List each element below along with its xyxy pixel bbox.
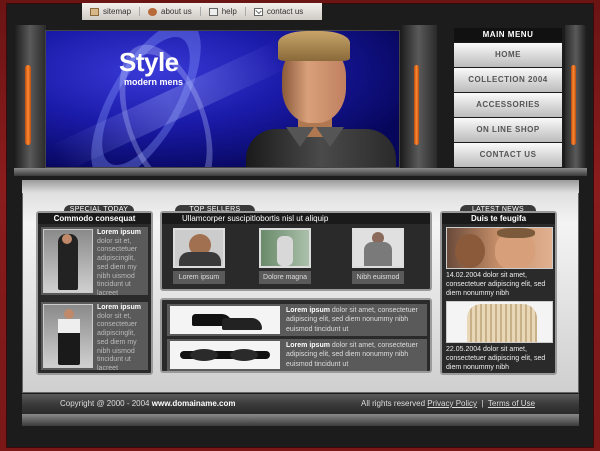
seller-item[interactable]: Dolore magna [259,228,311,284]
terms-of-use-link[interactable]: Terms of Use [488,399,535,408]
seller-photo[interactable] [259,228,311,268]
rights-text: All rights reserved [361,399,426,408]
copyright-text: Copyright @ 2000 - 2004 [60,399,150,408]
product-row[interactable]: Lorem ipsum dolor sit amet, consectetuer… [167,339,427,371]
orange-pipe-decoration [571,65,576,145]
seller-label[interactable]: Lorem ipsum [173,271,225,284]
header-right-pillar [565,25,587,175]
seller-photo[interactable] [173,228,225,268]
hero-subtitle: modern mens [124,77,184,87]
special-item-body: dolor sit et, consectetuer adipiscinglit… [97,312,138,372]
footer-copyright: Copyright @ 2000 - 2004 www.domainame.co… [60,394,235,414]
header-left-pillar [14,25,46,175]
news-photo[interactable] [446,301,553,343]
top-sellers-subtitle: Ullamcorper suscipitlobortis nisl ut ali… [162,213,430,224]
special-item-title: Lorem ipsum [97,304,141,311]
product-title: Lorem ipsum [286,307,330,314]
product-title: Lorem ipsum [286,342,330,349]
contact-us-label: contact us [266,7,304,16]
special-item-title: Lorem ipsum [97,229,141,236]
header-mid-pillar [400,25,437,175]
footer-base-band [22,414,579,426]
product-text: Lorem ipsum dolor sit amet, consectetuer… [286,306,426,334]
help-icon [208,7,218,16]
special-item[interactable]: Lorem ipsum dolor sit et, consectetuer a… [41,302,148,372]
menu-item-contact[interactable]: CONTACT US [454,143,562,167]
products-panel: Lorem ipsum dolor sit amet, consectetuer… [160,298,432,373]
sitemap-label: sitemap [103,7,132,16]
shoes-photo[interactable] [170,306,280,334]
main-menu: MAIN MENU HOME COLLECTION 2004 ACCESSORI… [454,28,562,168]
special-item-text: Lorem ipsum dolor sit et, consectetuer a… [97,229,147,299]
sitemap-icon [90,7,99,16]
menu-item-collection[interactable]: COLLECTION 2004 [454,68,562,92]
footer-bar: Copyright @ 2000 - 2004 www.domainame.co… [22,394,579,414]
seller-item[interactable]: Nibh euismod [352,228,404,284]
special-item-text: Lorem ipsum dolor sit et, consectetuer a… [97,304,147,374]
special-heading: Commodo consequat [38,213,151,224]
product-row[interactable]: Lorem ipsum dolor sit amet, consectetuer… [167,304,427,336]
menu-item-accessories[interactable]: ACCESSORIES [454,93,562,117]
latest-news-panel: Duis te feugifa 14.02.2004 dolor sit ame… [440,211,557,375]
product-photo[interactable] [43,304,93,368]
news-item[interactable]: 14.02.2004 dolor sit amet, consectetuer … [446,227,553,298]
about-icon [148,7,158,16]
seller-label[interactable]: Nibh euismod [352,271,404,284]
footer-domain: www.domainame.com [151,399,236,408]
seller-item[interactable]: Lorem ipsum [173,228,225,284]
product-text: Lorem ipsum dolor sit amet, consectetuer… [286,341,426,369]
hero-title: Style [119,47,179,77]
special-item[interactable]: Lorem ipsum dolor sit et, consectetuer a… [41,227,148,297]
news-item[interactable]: 22.05.2004 dolor sit amet, consectetuer … [446,301,553,372]
main-menu-title: MAIN MENU [454,28,562,42]
seller-label[interactable]: Dolore magna [259,271,311,284]
about-us-label: about us [161,7,192,16]
header-base-band [14,168,587,176]
help-label: help [221,7,237,16]
sitemap-link[interactable]: sitemap [82,7,139,16]
footer-separator: | [481,399,484,408]
news-text: 22.05.2004 dolor sit amet, consectetuer … [446,346,546,371]
about-us-link[interactable]: about us [139,7,200,16]
sunglasses-photo[interactable] [170,341,280,369]
top-sellers-panel: Ullamcorper suscipitlobortis nisl ut ali… [160,211,432,291]
menu-item-home[interactable]: HOME [454,43,562,67]
seller-photo[interactable] [352,228,404,268]
news-heading: Duis te feugifa [442,213,555,224]
menu-item-online-shop[interactable]: ON LINE SHOP [454,118,562,142]
privacy-policy-link[interactable]: Privacy Policy [427,399,477,408]
mail-icon [253,7,263,16]
contact-us-link[interactable]: contact us [244,7,311,16]
footer-links: All rights reserved Privacy Policy | Ter… [361,394,535,414]
orange-pipe-decoration [25,65,31,145]
product-photo[interactable] [43,229,93,293]
special-today-panel: Commodo consequat Lorem ipsum dolor sit … [36,211,153,375]
help-link[interactable]: help [199,7,245,16]
content-top-band [22,180,579,193]
orange-pipe-decoration [414,65,419,145]
news-text: 14.02.2004 dolor sit amet, consectetuer … [446,272,546,297]
hero-banner: Style modern mens [45,30,400,168]
top-link-bar: sitemap about us help contact us [82,3,322,20]
special-item-body: dolor sit et, consectetuer adipiscinglit… [97,237,138,297]
news-photo[interactable] [446,227,553,269]
hero-model-photo [236,31,396,167]
